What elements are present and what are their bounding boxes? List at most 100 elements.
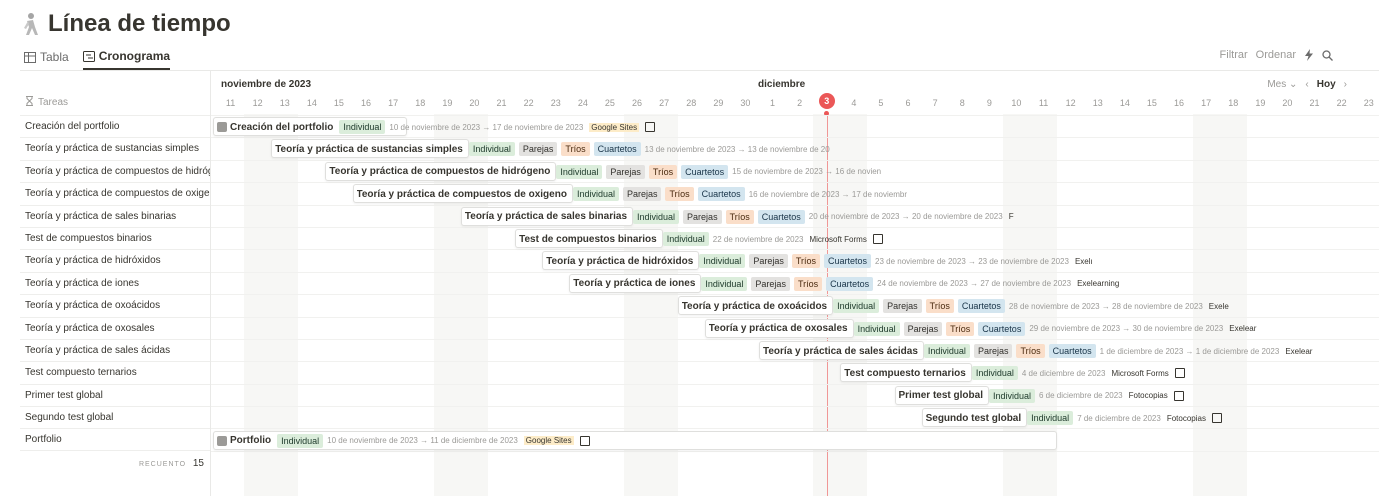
bar-date: 15 de noviembre de 2023 → 16 de novien [732, 167, 882, 177]
today-marker: 3 [818, 93, 835, 109]
bar-date: 29 de noviembre de 2023 → 30 de noviembr… [1029, 324, 1224, 334]
bar-title-text: Teoría y práctica de compuestos de hidró… [329, 166, 551, 178]
task-row-name[interactable]: Teoría y práctica de oxosales [20, 316, 210, 339]
tag-individual: Individual [572, 187, 619, 202]
task-row-name[interactable]: Test compuesto ternarios [20, 361, 210, 383]
tag-cuartetos: Cuartetos [826, 276, 874, 291]
bar-title: Teoría y práctica de sales ácidas [763, 346, 918, 357]
tag-individual: Individual [699, 254, 746, 269]
automation-bolt-icon[interactable] [1304, 49, 1314, 61]
tag-cuartetos: Cuartetos [697, 187, 745, 202]
bar-checkbox[interactable] [1211, 413, 1222, 424]
day-number: 18 [415, 98, 426, 108]
tag-individual: Individual [556, 164, 603, 179]
task-row-name[interactable]: Teoría y práctica de compuestos de hidró… [20, 159, 210, 182]
timeline-bar[interactable]: Teoría y práctica de oxoácidos Individual… [677, 296, 1229, 316]
bar-title-text: Segundo test global [925, 412, 1022, 424]
tag-trios: Tríos [1016, 344, 1045, 358]
task-row-name[interactable]: Creación del portfolio [20, 115, 210, 137]
bar-title: Test de compuestos binarios [519, 234, 657, 245]
page-title: Línea de tiempo [20, 8, 231, 40]
task-row-name[interactable]: Teoría y práctica de oxoácidos [20, 294, 210, 316]
bar-title-text: Teoría y práctica de sustancias simples [275, 143, 463, 155]
bar-checkbox[interactable] [1173, 390, 1184, 401]
timeline-bar[interactable]: Teoría y práctica de compuestos de hidró… [325, 161, 881, 181]
today-button[interactable]: Hoy [1317, 79, 1336, 90]
timeline-bar[interactable]: Teoría y práctica de iones Individual Pare… [569, 273, 1119, 293]
bar-title: Test compuesto ternarios [844, 368, 966, 379]
sort-button[interactable]: Ordenar [1256, 49, 1296, 61]
tab-cronograma-label: Cronograma [98, 49, 171, 63]
task-row-name[interactable]: Segundo test global [20, 406, 210, 428]
timeline-bar[interactable]: Teoría y práctica de sustancias simples I… [271, 139, 830, 159]
bar-title-text: Primer test global [898, 390, 983, 402]
bar-title: Portfolio [217, 435, 271, 446]
bar-date: 16 de noviembre de 2023 → 17 de noviembr [748, 189, 908, 199]
day-number: 4 [851, 98, 857, 108]
tab-cronograma[interactable]: Cronograma [82, 48, 171, 70]
bar-date: 10 de noviembre de 2023 → 11 de diciembr… [327, 436, 518, 446]
timeline-bar[interactable]: Teoría y práctica de hidróxidos Individua… [542, 251, 1093, 271]
bar-title-text: Teoría y práctica de iones [573, 278, 696, 290]
day-number: 18 [1228, 98, 1239, 108]
day-number: 13 [1092, 98, 1103, 108]
task-row-name[interactable]: Teoría y práctica de iones [20, 271, 210, 294]
task-row-name[interactable]: Test de compuestos binarios [20, 226, 210, 249]
bar-title: Teoría y práctica de iones [573, 278, 695, 289]
day-number: 20 [469, 98, 480, 108]
task-row-name[interactable]: Primer test global [20, 383, 210, 406]
day-number: 16 [1174, 98, 1185, 108]
tag-trios: Tríos [791, 254, 820, 269]
task-row-name[interactable]: Teoría y práctica de compuestos de oxige… [20, 182, 210, 204]
timeline-bar[interactable]: Teoría y práctica de sales ácidas Individ… [759, 341, 1312, 360]
timeline-bar[interactable]: Teoría y práctica de sales binarias Indiv… [460, 206, 1014, 226]
day-number: 27 [659, 98, 670, 108]
bar-checkbox[interactable] [579, 435, 590, 446]
tag-trios: Tríos [925, 299, 954, 314]
tag-cuartetos: Cuartetos [978, 321, 1026, 336]
tag-cuartetos: Cuartetos [824, 254, 872, 269]
count-footer[interactable]: RECUENTO 15 [139, 458, 204, 469]
timeline-bar[interactable]: Teoría y práctica de oxosales Individual P… [704, 318, 1256, 338]
task-row-name[interactable]: Teoría y práctica de hidróxidos [20, 249, 210, 271]
tab-tabla[interactable]: Tabla [24, 48, 69, 70]
tag-parejas: Parejas [683, 209, 722, 224]
tag-trios: Tríos [648, 164, 678, 179]
filter-button[interactable]: Filtrar [1220, 49, 1248, 61]
tasks-column-header[interactable]: Tareas [25, 96, 68, 109]
bar-title-text: Creación del portfolio [230, 121, 334, 133]
day-number: 13 [279, 98, 290, 108]
timeline-bar[interactable]: Test de compuestos binarios Individual 22 … [515, 229, 883, 248]
count-label: RECUENTO [138, 461, 187, 468]
task-row-name[interactable]: Teoría y práctica de sales binarias [20, 204, 210, 227]
tag-parejas: Parejas [973, 344, 1013, 358]
day-number: 8 [959, 98, 965, 108]
tasks-column-label: Tareas [38, 97, 69, 108]
chevron-right-icon[interactable]: › [1344, 79, 1347, 90]
bar-checkbox[interactable] [1174, 368, 1185, 379]
timeline-bar[interactable]: Creación del portfolio Individual 10 de no… [213, 117, 656, 136]
timeline-bar[interactable]: Portfolio Individual 10 de noviembre de 20… [213, 430, 1058, 450]
scale-dropdown[interactable]: Mes ⌄ [1267, 79, 1297, 90]
timeline-bar[interactable]: Segundo test global Individual 7 de diciem… [921, 408, 1222, 428]
bar-checkbox[interactable] [645, 122, 656, 132]
bar-date: 24 de noviembre de 2023 → 27 de noviembr… [877, 279, 1072, 289]
bar-checkbox[interactable] [872, 234, 883, 244]
chevron-left-icon[interactable]: ‹ [1305, 79, 1308, 90]
timeline-bar[interactable]: Teoría y práctica de compuestos de oxige… [352, 184, 907, 204]
bar-title: Primer test global [899, 390, 983, 401]
timeline-bar[interactable]: Test compuesto ternarios Individual 4 de d… [840, 363, 1185, 383]
day-number: 16 [361, 98, 372, 108]
bar-title: Segundo test global [926, 413, 1022, 424]
timeline-bar[interactable]: Primer test global Individual 6 de diciemb… [894, 385, 1184, 405]
task-row-name[interactable]: Teoría y práctica de sales ácidas [20, 338, 210, 361]
task-row-name[interactable]: Portfolio [20, 428, 210, 451]
bar-title-text: Test compuesto ternarios [844, 367, 966, 379]
search-icon[interactable] [1322, 49, 1333, 61]
bar-title: Teoría y práctica de oxoácidos [682, 301, 827, 312]
task-row-name[interactable]: Teoría y práctica de sustancias simples [20, 137, 210, 159]
bar-title-text: Teoría y práctica de compuestos de oxige… [356, 188, 567, 200]
tag-parejas: Parejas [751, 276, 790, 291]
row-divider [211, 361, 1379, 383]
bar-tool: Exelearning [1077, 279, 1120, 289]
